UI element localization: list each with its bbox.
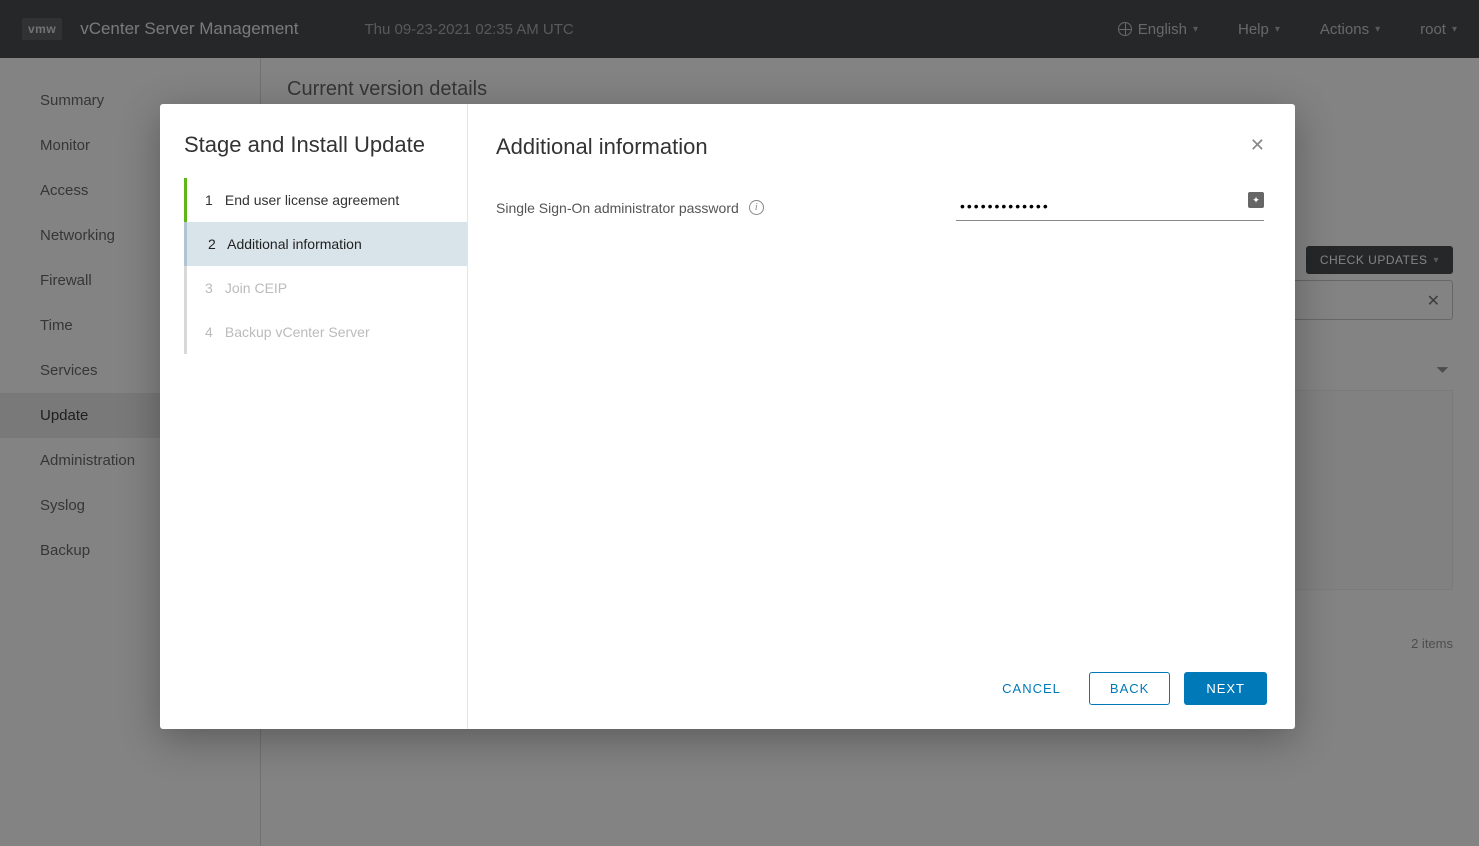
stage-install-modal: Stage and Install Update 1 End user lice… <box>160 104 1295 729</box>
password-input-wrap: ✦ <box>956 194 1264 221</box>
panel-header: Additional information ✕ <box>496 134 1267 160</box>
info-icon[interactable]: i <box>749 200 764 215</box>
sso-password-label: Single Sign-On administrator password i <box>496 200 956 216</box>
wizard-step-backup: 4 Backup vCenter Server <box>187 310 467 354</box>
wizard-panel: Additional information ✕ Single Sign-On … <box>468 104 1295 729</box>
wizard-step-additional-info[interactable]: 2 Additional information <box>184 222 467 266</box>
wizard-steps: 1 End user license agreement 2 Additiona… <box>184 178 467 354</box>
wizard-step-join-ceip: 3 Join CEIP <box>187 266 467 310</box>
next-button[interactable]: NEXT <box>1184 672 1267 705</box>
field-label-text: Single Sign-On administrator password <box>496 200 739 216</box>
step-number: 3 <box>205 280 221 296</box>
step-label: Join CEIP <box>225 280 287 296</box>
step-label: Additional information <box>227 236 362 252</box>
cancel-button[interactable]: CANCEL <box>988 672 1075 705</box>
password-manager-icon[interactable]: ✦ <box>1248 192 1264 208</box>
panel-title: Additional information <box>496 134 708 160</box>
wizard-footer: CANCEL BACK NEXT <box>496 672 1267 705</box>
sso-password-row: Single Sign-On administrator password i … <box>496 194 1267 221</box>
step-label: End user license agreement <box>225 192 399 208</box>
sso-password-input[interactable] <box>956 194 1264 221</box>
close-icon[interactable]: ✕ <box>1248 134 1267 156</box>
step-number: 4 <box>205 324 221 340</box>
step-number: 2 <box>208 236 224 252</box>
back-button[interactable]: BACK <box>1089 672 1170 705</box>
wizard-title: Stage and Install Update <box>160 132 467 178</box>
wizard-nav: Stage and Install Update 1 End user lice… <box>160 104 468 729</box>
step-number: 1 <box>205 192 221 208</box>
step-label: Backup vCenter Server <box>225 324 370 340</box>
wizard-step-eula[interactable]: 1 End user license agreement <box>187 178 467 222</box>
